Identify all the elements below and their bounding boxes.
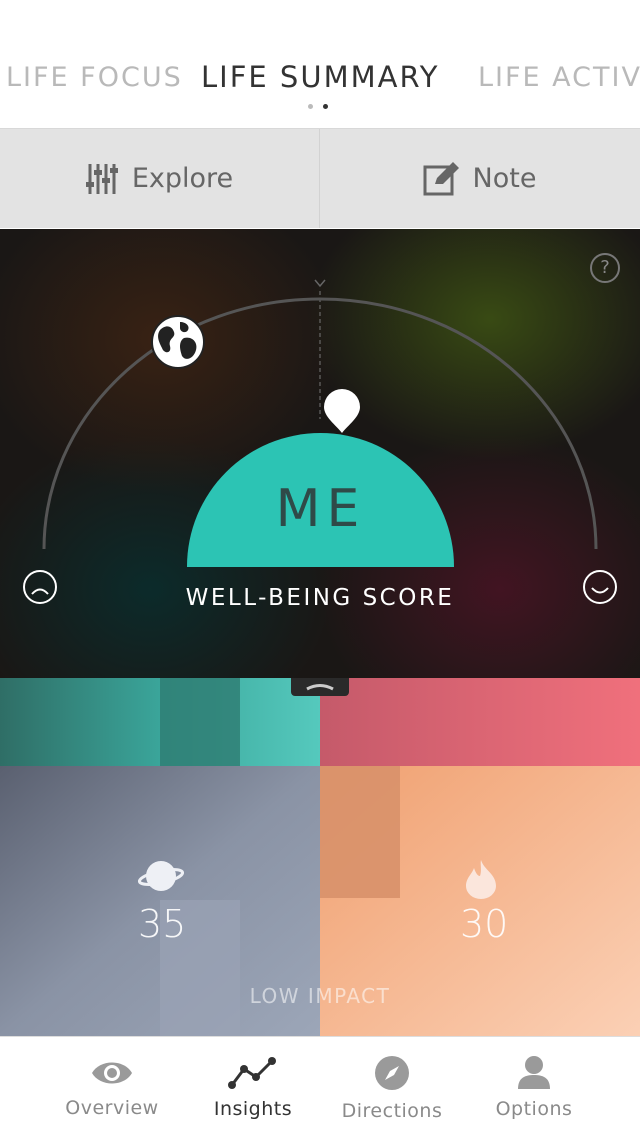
- left-score-value: 35: [138, 902, 187, 946]
- sad-face-icon: [22, 569, 58, 609]
- sliders-icon: [85, 162, 118, 196]
- flame-icon: [462, 858, 500, 904]
- bottom-tab-bar: Overview Insights Directions Options: [0, 1036, 640, 1137]
- impact-label: LOW IMPACT: [249, 984, 391, 1008]
- compass-icon: [374, 1055, 410, 1095]
- header: LIFE FOCUS LIFE SUMMARY LIFE ACTIVIT: [0, 0, 640, 129]
- explore-button[interactable]: Explore: [0, 129, 320, 228]
- help-icon[interactable]: ?: [590, 253, 620, 283]
- page-dot-active: [323, 104, 328, 109]
- happy-face-icon: [582, 569, 618, 609]
- tabbar-label-overview: Overview: [65, 1097, 159, 1119]
- explore-label: Explore: [131, 163, 234, 194]
- collapse-handle[interactable]: [291, 678, 349, 696]
- tab-life-activity[interactable]: LIFE ACTIVIT: [478, 62, 640, 93]
- tabbar-label-options: Options: [495, 1098, 573, 1120]
- person-icon: [516, 1053, 552, 1095]
- note-button[interactable]: Note: [320, 129, 639, 228]
- note-edit-icon: [423, 161, 459, 196]
- insights-graph-icon: [227, 1055, 277, 1095]
- page-indicator: [308, 104, 328, 109]
- tabbar-label-insights: Insights: [213, 1098, 293, 1120]
- eye-icon: [90, 1057, 134, 1093]
- tabbar-item-options[interactable]: Options: [454, 1037, 614, 1137]
- globe-icon[interactable]: [150, 314, 206, 370]
- tab-life-focus[interactable]: LIFE FOCUS: [6, 62, 183, 93]
- toolbar: Explore Note: [0, 129, 640, 228]
- tabbar-label-directions: Directions: [341, 1100, 443, 1122]
- pin-marker-icon: [322, 387, 362, 435]
- tabbar-item-directions[interactable]: Directions: [312, 1037, 472, 1137]
- me-label: ME: [275, 479, 366, 539]
- tabbar-item-insights[interactable]: Insights: [173, 1037, 333, 1137]
- impact-tiles: 35 30 LOW IMPACT: [0, 678, 640, 1036]
- tabbar-item-overview[interactable]: Overview: [32, 1037, 192, 1137]
- right-score-value: 30: [460, 902, 509, 946]
- tab-life-summary[interactable]: LIFE SUMMARY: [201, 60, 439, 94]
- planet-icon: [137, 856, 185, 900]
- note-label: Note: [472, 163, 537, 194]
- page-dot: [308, 104, 313, 109]
- well-being-score-title: WELL-BEING SCORE: [185, 585, 455, 611]
- well-being-panel: ? ME WELL-BEING SCORE: [0, 229, 640, 678]
